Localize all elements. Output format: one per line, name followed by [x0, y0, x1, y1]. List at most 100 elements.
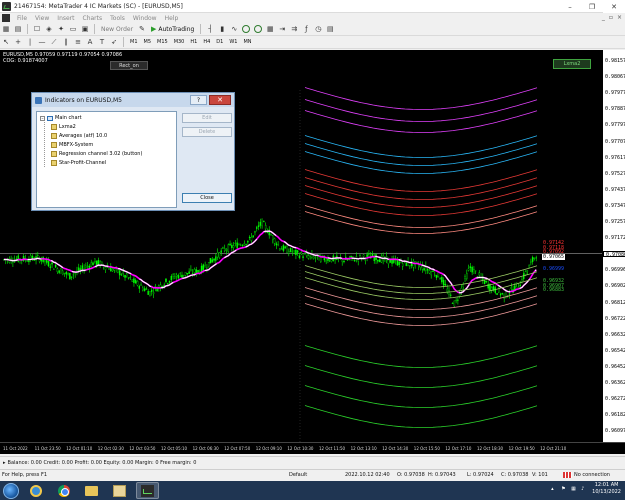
- tray-network-icon[interactable]: ▦: [571, 486, 577, 492]
- cursor-icon[interactable]: ↖: [1, 37, 11, 48]
- menu-tools[interactable]: Tools: [106, 15, 129, 22]
- delete-button[interactable]: Delete: [182, 127, 232, 137]
- rect-on-button[interactable]: Rect_on: [110, 61, 148, 70]
- horizontal-line-icon[interactable]: —: [37, 37, 47, 48]
- menu-charts[interactable]: Charts: [79, 15, 107, 22]
- timeframe-mn[interactable]: MN: [240, 39, 254, 45]
- timeframe-w1[interactable]: W1: [226, 39, 240, 45]
- indicator-tree[interactable]: – Main chart Lxma2 Averages (atf) 10.0 M…: [36, 111, 177, 208]
- periods-icon[interactable]: ◷: [313, 24, 323, 35]
- taskbar-other-app[interactable]: [108, 482, 131, 499]
- tray-arrow-icon[interactable]: ▴: [551, 486, 557, 492]
- timeframe-m1[interactable]: M1: [127, 39, 141, 45]
- channel-band-line: [304, 177, 538, 200]
- navigator-icon[interactable]: ✦: [56, 24, 66, 35]
- price-tick-label: 0.96996: [605, 267, 625, 274]
- taskbar-chrome[interactable]: [52, 482, 75, 499]
- candle-body: [254, 231, 256, 233]
- new-chart-icon[interactable]: ▦: [1, 24, 11, 35]
- candle-body: [362, 254, 365, 257]
- dialog-title: Indicators on EURUSD,M5: [45, 96, 123, 104]
- metaeditor-icon[interactable]: ✎: [137, 24, 147, 35]
- channel-icon[interactable]: ∥: [61, 37, 71, 48]
- close-button[interactable]: Close: [182, 193, 232, 203]
- fibonacci-icon[interactable]: ≡: [73, 37, 83, 48]
- candle-body: [56, 268, 59, 272]
- dialog-help-button[interactable]: ?: [190, 95, 207, 105]
- channel-band-line: [304, 205, 538, 228]
- time-tick-label: 12 Oct 18:30: [477, 446, 504, 451]
- taskbar-metatrader[interactable]: [136, 482, 159, 499]
- line-chart-icon[interactable]: ∿: [229, 24, 239, 35]
- timeframe-h4[interactable]: H4: [200, 39, 213, 45]
- tree-item-regression-channel[interactable]: Regression channel 3.02 (button): [51, 150, 142, 158]
- strategy-tester-icon[interactable]: ▣: [80, 24, 90, 35]
- timeframe-d1[interactable]: D1: [213, 39, 226, 45]
- taskbar-clock[interactable]: 12:01 AM 10/13/2022: [592, 482, 621, 496]
- tile-windows-icon[interactable]: ▦: [265, 24, 275, 35]
- autoscroll-icon[interactable]: ⇉: [289, 24, 299, 35]
- candle-body: [117, 269, 119, 273]
- tree-item-star-profit-channel[interactable]: Star-Profit-Channel: [51, 159, 106, 167]
- candle-body: [533, 257, 536, 259]
- close-window-button[interactable]: ✕: [603, 0, 625, 13]
- menu-insert[interactable]: Insert: [53, 15, 78, 22]
- candle-body: [218, 252, 221, 258]
- terminal-icon[interactable]: ▭: [68, 24, 78, 35]
- indicator-price-label: 0.96883: [543, 287, 565, 293]
- menu-file[interactable]: File: [13, 15, 31, 22]
- taskbar-internet-explorer[interactable]: [24, 482, 47, 499]
- candle-body: [510, 287, 513, 290]
- dialog-close-x-button[interactable]: ✕: [209, 95, 231, 105]
- collapse-icon[interactable]: –: [40, 115, 45, 121]
- chart-shift-icon[interactable]: ⇥: [277, 24, 287, 35]
- bar-chart-icon[interactable]: ┤: [205, 24, 215, 35]
- autotrading-button[interactable]: ▶ AutoTrading: [148, 25, 197, 33]
- market-watch-icon[interactable]: ☐: [32, 24, 42, 35]
- candle-body: [312, 256, 315, 259]
- candlestick-icon[interactable]: ▮: [217, 24, 227, 35]
- connection-status[interactable]: No connection: [563, 472, 610, 478]
- candle-body: [165, 278, 167, 282]
- tray-volume-icon[interactable]: ♪: [581, 486, 587, 492]
- timeframe-m30[interactable]: M30: [171, 39, 188, 45]
- label-icon[interactable]: T: [97, 37, 107, 48]
- start-button[interactable]: [3, 482, 19, 499]
- maximize-button[interactable]: ❐: [581, 0, 603, 13]
- tray-flag-icon[interactable]: ⚑: [561, 486, 567, 492]
- menu-view[interactable]: View: [31, 15, 53, 22]
- candle-body: [248, 236, 251, 239]
- templates-icon[interactable]: ▤: [325, 24, 335, 35]
- edit-button[interactable]: Edit: [182, 113, 232, 123]
- crosshair-icon[interactable]: +: [13, 37, 23, 48]
- minimize-button[interactable]: –: [559, 0, 581, 13]
- profiles-icon[interactable]: ▤: [13, 24, 23, 35]
- indicators-icon[interactable]: ƒ: [301, 24, 311, 35]
- text-icon[interactable]: A: [85, 37, 95, 48]
- timeframe-m5[interactable]: M5: [141, 39, 155, 45]
- chart-document-icon[interactable]: [2, 14, 10, 22]
- vertical-line-icon[interactable]: |: [25, 37, 35, 48]
- doc-restore-button[interactable]: ▫: [609, 14, 613, 21]
- taskbar-explorer[interactable]: [80, 482, 103, 499]
- timeframe-m15[interactable]: M15: [154, 39, 171, 45]
- menu-window[interactable]: Window: [129, 15, 161, 22]
- tree-item-mbfx-system[interactable]: MBFX-System: [51, 141, 93, 149]
- tree-item-averages[interactable]: Averages (atf) 10.0: [51, 132, 107, 140]
- tree-item-lxma2[interactable]: Lxma2: [51, 123, 76, 131]
- doc-close-button[interactable]: ×: [617, 14, 622, 21]
- zoom-out-icon[interactable]: [253, 24, 263, 35]
- cursor-datetime: 2022.10.12 02:40: [345, 472, 390, 478]
- timeframe-h1[interactable]: H1: [187, 39, 200, 45]
- zoom-in-icon[interactable]: [241, 24, 251, 35]
- lxma2-button[interactable]: Lxma2: [553, 59, 591, 69]
- arrows-icon[interactable]: ➶: [109, 37, 119, 48]
- new-order-button[interactable]: New Order: [98, 26, 136, 33]
- terminal-summary-bar: ▸ Balance: 0.00 Credit: 0.00 Profit: 0.0…: [0, 456, 625, 468]
- profile-name: Default: [289, 472, 308, 478]
- menu-help[interactable]: Help: [161, 15, 183, 22]
- data-window-icon[interactable]: ◈: [44, 24, 54, 35]
- tree-root-main-chart[interactable]: – Main chart: [40, 114, 82, 122]
- doc-minimize-button[interactable]: _: [602, 14, 605, 21]
- trendline-icon[interactable]: ⟋: [49, 37, 59, 48]
